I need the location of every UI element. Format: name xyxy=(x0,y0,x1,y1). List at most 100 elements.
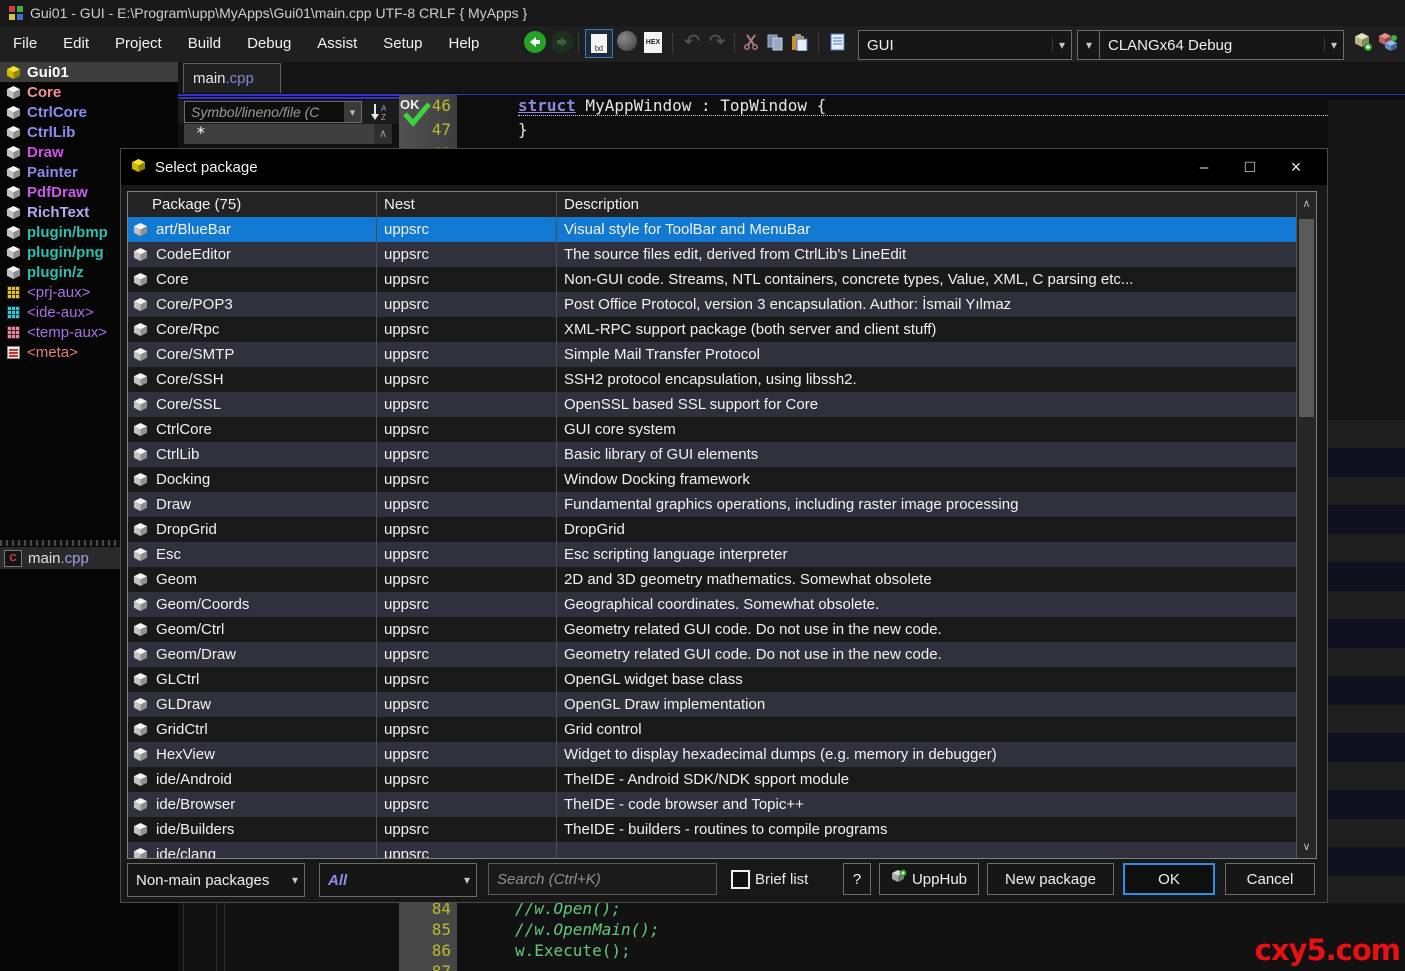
document-icon[interactable] xyxy=(826,31,848,53)
symbol-list-row[interactable]: * xyxy=(184,124,386,144)
navigate-forward-button[interactable] xyxy=(551,31,573,53)
scrollbar-thumb[interactable] xyxy=(1299,219,1314,417)
menu-item-assist[interactable]: Assist xyxy=(304,26,370,62)
close-button[interactable]: × xyxy=(1273,155,1319,179)
text-mode-button[interactable]: txt xyxy=(585,29,613,58)
upphub-label: UppHub xyxy=(912,871,967,888)
menu-item-setup[interactable]: Setup xyxy=(370,26,435,62)
table-row[interactable]: DrawuppsrcFundamental graphics operation… xyxy=(128,492,1296,517)
code-editor-bottom[interactable] xyxy=(178,903,1405,971)
table-row[interactable]: ide/BrowseruppsrcTheIDE - code browser a… xyxy=(128,792,1296,817)
sidebar-item-core[interactable]: Core xyxy=(0,82,178,102)
hex-icon: HEX xyxy=(644,32,662,53)
table-row[interactable]: ide/BuildersuppsrcTheIDE - builders - ro… xyxy=(128,817,1296,842)
table-row[interactable]: DockinguppsrcWindow Docking framework xyxy=(128,467,1296,492)
add-package-icon[interactable] xyxy=(1352,31,1374,53)
nest-cell: uppsrc xyxy=(377,567,557,592)
file-name: main.cpp xyxy=(28,550,89,567)
code-editor-top[interactable]: struct MyAppWindow : TopWindow { } xyxy=(457,95,1405,148)
package-filter-combo[interactable]: Non-main packages ▾ xyxy=(127,863,305,897)
symbol-search-combo[interactable]: Symbol/lineno/file (C ▾ xyxy=(184,101,362,123)
menu-item-file[interactable]: File xyxy=(0,26,50,62)
tab-main-cpp[interactable]: main.cpp xyxy=(183,63,281,93)
search-input[interactable] xyxy=(488,863,717,895)
sidebar-item-gui01[interactable]: Gui01 xyxy=(0,62,178,82)
dialog-titlebar[interactable]: Select package – □ × xyxy=(121,149,1327,185)
menu-item-edit[interactable]: Edit xyxy=(50,26,102,62)
table-row[interactable]: GridCtrluppsrcGrid control xyxy=(128,717,1296,742)
image-mode-icon[interactable] xyxy=(617,31,637,51)
brief-list-checkbox[interactable] xyxy=(731,870,750,889)
white-cube-icon xyxy=(5,84,21,100)
sort-az-button[interactable]: AZ xyxy=(366,101,394,123)
build-method-dropdown-button[interactable]: ▾ xyxy=(1077,30,1101,60)
scroll-down-icon[interactable]: ∨ xyxy=(1297,835,1316,858)
table-row[interactable]: Geom/CoordsuppsrcGeographical coordinate… xyxy=(128,592,1296,617)
undo-icon[interactable]: ↶ xyxy=(680,28,704,54)
menu-item-debug[interactable]: Debug xyxy=(234,26,304,62)
table-row[interactable]: DropGriduppsrcDropGrid xyxy=(128,517,1296,542)
nest-cell: uppsrc xyxy=(377,817,557,842)
table-row[interactable]: Core/POP3uppsrcPost Office Protocol, ver… xyxy=(128,292,1296,317)
description-cell: Post Office Protocol, version 3 encapsul… xyxy=(557,292,1296,317)
new-package-button[interactable]: New package xyxy=(987,863,1114,895)
nest-cell: uppsrc xyxy=(377,492,557,517)
table-row[interactable]: CtrlCoreuppsrcGUI core system xyxy=(128,417,1296,442)
menu-item-help[interactable]: Help xyxy=(436,26,493,62)
table-row[interactable]: CoreuppsrcNon-GUI code. Streams, NTL con… xyxy=(128,267,1296,292)
sidebar-item-ctrllib[interactable]: CtrlLib xyxy=(0,122,178,142)
description-cell: Non-GUI code. Streams, NTL containers, c… xyxy=(557,267,1296,292)
cut-icon[interactable] xyxy=(740,31,762,53)
scroll-up-icon[interactable]: ∧ xyxy=(374,124,392,144)
table-row[interactable]: ide/clanguppsrc xyxy=(128,842,1296,858)
table-row[interactable]: CodeEditoruppsrcThe source files edit, d… xyxy=(128,242,1296,267)
help-button[interactable]: ? xyxy=(843,863,871,895)
packages-icon[interactable] xyxy=(1377,31,1399,53)
paste-icon[interactable] xyxy=(788,31,810,53)
minimize-button[interactable]: – xyxy=(1181,155,1227,179)
table-row[interactable]: GLCtrluppsrcOpenGL widget base class xyxy=(128,667,1296,692)
table-row[interactable]: Geom/DrawuppsrcGeometry related GUI code… xyxy=(128,642,1296,667)
package-icon xyxy=(133,597,148,612)
table-row[interactable]: HexViewuppsrcWidget to display hexadecim… xyxy=(128,742,1296,767)
navigate-back-button[interactable] xyxy=(524,31,546,53)
table-row[interactable]: GLDrawuppsrcOpenGL Draw implementation xyxy=(128,692,1296,717)
sidebar-item-label: Gui01 xyxy=(27,64,69,81)
table-row[interactable]: CtrlLibuppsrcBasic library of GUI elemen… xyxy=(128,442,1296,467)
pane-border xyxy=(183,903,184,971)
package-icon xyxy=(133,372,148,387)
copy-icon[interactable] xyxy=(764,31,786,53)
hex-mode-button[interactable]: HEX xyxy=(642,30,664,54)
menu-item-build[interactable]: Build xyxy=(175,26,234,62)
sidebar-item-label: Painter xyxy=(27,164,78,181)
sidebar-item-ctrlcore[interactable]: CtrlCore xyxy=(0,102,178,122)
white-cube-icon xyxy=(5,264,21,280)
main-package-combo[interactable]: GUI ▾ xyxy=(858,30,1072,60)
table-row[interactable]: Geomuppsrc2D and 3D geometry mathematics… xyxy=(128,567,1296,592)
vertical-scrollbar[interactable]: ∧ ∨ xyxy=(1296,192,1316,858)
description-cell: 2D and 3D geometry mathematics. Somewhat… xyxy=(557,567,1296,592)
table-row[interactable]: EscuppsrcEsc scripting language interpre… xyxy=(128,542,1296,567)
table-row[interactable]: Geom/CtrluppsrcGeometry related GUI code… xyxy=(128,617,1296,642)
redo-icon[interactable]: ↷ xyxy=(705,28,729,54)
build-method-combo[interactable]: CLANGx64 Debug ▾ xyxy=(1099,30,1344,60)
upphub-button[interactable]: UppHub xyxy=(879,863,979,895)
table-row[interactable]: ide/AndroiduppsrcTheIDE - Android SDK/ND… xyxy=(128,767,1296,792)
sidebar-item-label: Core xyxy=(27,84,61,101)
column-header-package[interactable]: Package (75) xyxy=(128,192,377,217)
nest-filter-combo[interactable]: All ▾ xyxy=(319,863,477,897)
cancel-button[interactable]: Cancel xyxy=(1225,863,1315,895)
description-cell: SSH2 protocol encapsulation, using libss… xyxy=(557,367,1296,392)
table-row[interactable]: art/BlueBaruppsrcVisual style for ToolBa… xyxy=(128,217,1296,242)
table-row[interactable]: Core/SSLuppsrcOpenSSL based SSL support … xyxy=(128,392,1296,417)
column-header-nest[interactable]: Nest xyxy=(377,192,557,217)
column-header-description[interactable]: Description xyxy=(557,192,1316,217)
menu-item-project[interactable]: Project xyxy=(102,26,175,62)
table-row[interactable]: Core/SSHuppsrcSSH2 protocol encapsulatio… xyxy=(128,367,1296,392)
scroll-up-icon[interactable]: ∧ xyxy=(1297,192,1316,215)
table-row[interactable]: Core/SMTPuppsrcSimple Mail Transfer Prot… xyxy=(128,342,1296,367)
sidebar-item-label: PdfDraw xyxy=(27,184,88,201)
maximize-button[interactable]: □ xyxy=(1227,155,1273,179)
ok-button[interactable]: OK xyxy=(1123,863,1215,895)
table-row[interactable]: Core/RpcuppsrcXML-RPC support package (b… xyxy=(128,317,1296,342)
